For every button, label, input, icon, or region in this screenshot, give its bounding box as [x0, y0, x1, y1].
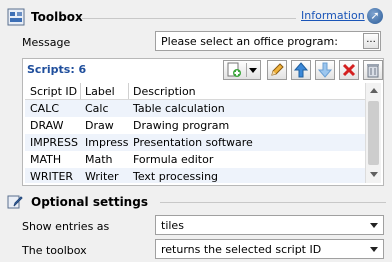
description-cell: Drawing program	[133, 119, 230, 132]
column-divider[interactable]	[128, 83, 129, 99]
header-divider	[82, 18, 296, 19]
description-cell: Formula editor	[133, 153, 214, 166]
description-cell: Table calculation	[133, 102, 225, 115]
delete-icon	[342, 63, 356, 77]
scripts-panel: Scripts: 6 Script ID Label Description C…	[22, 58, 384, 186]
description-cell: Text processing	[133, 170, 219, 183]
script-id-cell: MATH	[30, 153, 62, 166]
script-id-cell: WRITER	[30, 170, 74, 183]
section-title-toolbox: Toolbox	[31, 10, 83, 24]
clear-list-button[interactable]	[363, 60, 383, 80]
split-divider	[246, 63, 247, 77]
column-divider[interactable]	[80, 83, 81, 99]
optional-settings-divider	[160, 202, 386, 203]
column-header-label[interactable]: Label	[85, 85, 115, 98]
section-title-optional-settings: Optional settings	[31, 195, 148, 209]
scroll-thumb[interactable]	[368, 101, 379, 165]
table-row[interactable]: CALC Calc Table calculation	[25, 100, 365, 117]
message-field[interactable]: Please select an office program: ...	[155, 31, 381, 51]
information-link[interactable]: Information	[301, 9, 365, 22]
show-entries-value: tiles	[161, 219, 184, 232]
toolbox-behavior-value: returns the selected script ID	[161, 243, 322, 256]
label-cell: Math	[85, 153, 113, 166]
column-header-description[interactable]: Description	[133, 85, 196, 98]
description-cell: Presentation software	[133, 136, 253, 149]
table-row[interactable]: IMPRESS Impress Presentation software	[25, 134, 365, 151]
show-entries-label: Show entries as	[22, 220, 110, 233]
add-script-button[interactable]	[223, 60, 261, 80]
toolbox-icon	[7, 8, 25, 26]
message-label: Message	[22, 36, 71, 49]
edit-script-button[interactable]	[267, 60, 287, 80]
message-browse-button[interactable]: ...	[363, 33, 379, 49]
scroll-down-icon[interactable]	[370, 172, 378, 177]
dropdown-arrow-icon[interactable]	[249, 68, 257, 73]
chevron-down-icon	[370, 223, 378, 228]
move-up-icon	[293, 62, 309, 78]
label-cell: Calc	[85, 102, 109, 115]
label-cell: Draw	[85, 119, 114, 132]
label-cell: Impress	[85, 136, 129, 149]
message-value: Please select an office program:	[161, 35, 338, 48]
toolbox-behavior-label: The toolbox	[22, 244, 87, 257]
chevron-down-icon	[370, 247, 378, 252]
settings-icon	[7, 194, 23, 210]
script-id-cell: CALC	[30, 102, 60, 115]
table-row[interactable]: WRITER Writer Text processing	[25, 168, 365, 183]
toolbox-behavior-select[interactable]: returns the selected script ID	[155, 239, 384, 259]
collapse-icon[interactable]: ➚	[367, 8, 383, 24]
move-up-button[interactable]	[291, 60, 311, 80]
move-down-button[interactable]	[315, 60, 335, 80]
delete-script-button[interactable]	[339, 60, 359, 80]
table-row[interactable]: DRAW Draw Drawing program	[25, 117, 365, 134]
clear-icon	[367, 64, 379, 78]
scripts-count: Scripts: 6	[27, 63, 87, 76]
script-id-cell: DRAW	[30, 119, 64, 132]
table-scrollbar[interactable]	[365, 83, 381, 183]
column-header-script-id[interactable]: Script ID	[30, 85, 77, 98]
scroll-up-icon[interactable]	[370, 88, 378, 93]
add-icon	[227, 62, 241, 77]
script-id-cell: IMPRESS	[30, 136, 78, 149]
edit-pencil-icon	[271, 63, 284, 76]
show-entries-select[interactable]: tiles	[155, 215, 384, 235]
table-header: Script ID Label Description	[25, 83, 365, 100]
move-down-icon	[317, 62, 333, 78]
scripts-table: Script ID Label Description CALC Calc Ta…	[25, 83, 365, 183]
label-cell: Writer	[85, 170, 119, 183]
table-row[interactable]: MATH Math Formula editor	[25, 151, 365, 168]
